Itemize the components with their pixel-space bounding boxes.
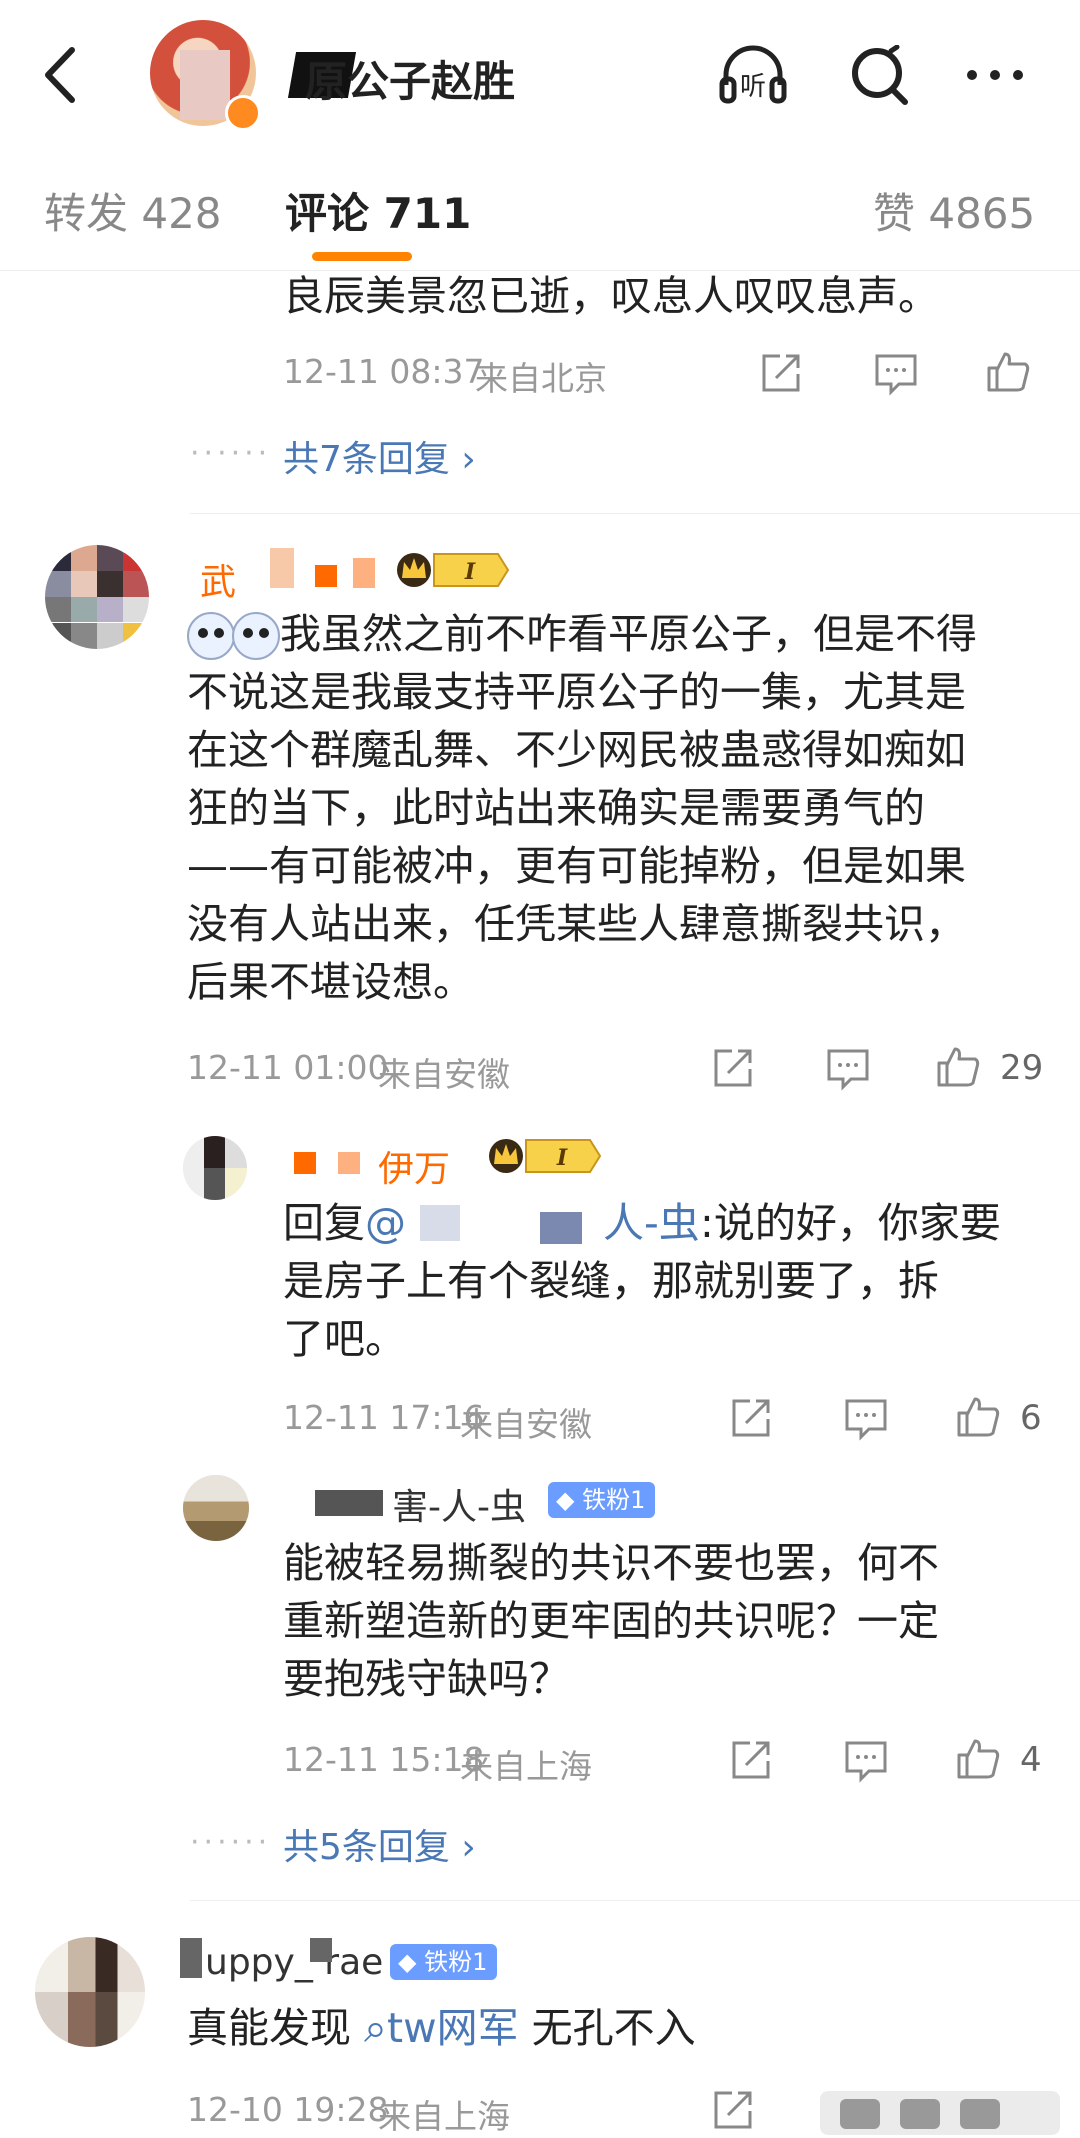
name-redaction — [540, 1212, 582, 1244]
view-replies-link[interactable]: 共5条回复 › — [283, 1818, 476, 1870]
tab-comment[interactable]: 评论 711 — [285, 180, 471, 241]
reply-text-line: 回复@ — [283, 1195, 406, 1251]
comment-location: 来自上海 — [378, 2097, 510, 2136]
more-icon[interactable] — [960, 45, 1030, 105]
like-count: 29 — [1000, 1048, 1044, 1088]
top-bar: 原公子赵胜 听 — [0, 0, 1080, 141]
page-title[interactable]: 原公子赵胜 — [305, 48, 515, 109]
reply-text-line: 能被轻易撕裂的共识不要也罢，何不 — [283, 1539, 939, 1587]
comment-time: 12-11 01:00 — [187, 1048, 389, 1087]
share-icon[interactable] — [710, 2087, 756, 2133]
comment-username[interactable]: uppy_ rae — [205, 1942, 383, 1983]
comment-text-line: 真能发现 ⌕tw网军 无孔不入 — [187, 2004, 696, 2052]
share-icon[interactable] — [710, 1045, 756, 1091]
tab-bar: 转发 428 评论 711 赞 4865 — [0, 140, 1080, 271]
listen-label: 听 — [740, 72, 766, 102]
divider — [190, 513, 1080, 514]
comment-time: 12-10 19:28 — [187, 2090, 389, 2129]
verified-badge-icon — [225, 95, 261, 131]
comment-text-line: 没有人站出来，任凭某些人肆意撕裂共识， — [187, 900, 966, 948]
vip-crown-badge: I — [489, 1139, 602, 1173]
reply-text-line: 重新塑造新的更牢固的共识呢？一定 — [283, 1597, 939, 1645]
name-redaction — [294, 1152, 316, 1174]
divider — [190, 1900, 1080, 1901]
name-redaction — [310, 1938, 332, 1962]
comment-username[interactable]: 武 — [200, 553, 236, 605]
comment-icon[interactable] — [843, 1395, 889, 1441]
svg-text:I: I — [556, 1145, 568, 1171]
comment-text-line: 在这个群魔乱舞、不少网民被蛊惑得如痴如 — [187, 726, 966, 774]
comment-location: 来自安徽 — [378, 1055, 510, 1094]
name-redaction — [315, 1490, 383, 1516]
name-redaction — [270, 548, 294, 588]
watermark-logo — [820, 2091, 1060, 2135]
name-redaction — [338, 1152, 360, 1174]
tab-active-indicator — [312, 252, 412, 261]
like-icon[interactable] — [985, 348, 1031, 394]
emoji-icon — [232, 612, 280, 660]
comment-text-line: 不说这是我最支持平原公子的一集，尤其是 — [187, 668, 966, 716]
like-icon[interactable] — [955, 1735, 1001, 1781]
svg-text:I: I — [464, 559, 476, 585]
name-redaction — [315, 565, 337, 587]
fan-badge: ◆ 铁粉1 — [548, 1482, 656, 1518]
reply-avatar[interactable] — [183, 1475, 249, 1541]
comment-text-line: ——有可能被冲，更有可能掉粉，但是如果 — [187, 842, 966, 890]
reply-location: 来自上海 — [460, 1747, 592, 1786]
comment-icon[interactable] — [843, 1737, 889, 1783]
name-redaction — [353, 558, 375, 588]
reply-location: 来自安徽 — [460, 1405, 592, 1444]
like-count: 6 — [1020, 1398, 1042, 1438]
listen-icon[interactable]: 听 — [718, 45, 788, 105]
reply-username[interactable]: 害-人-虫 — [392, 1478, 526, 1530]
like-icon[interactable] — [935, 1043, 981, 1089]
reply-prefix: 回复 — [283, 1199, 365, 1247]
comment-text-line: 狂的当下，此时站出来确实是需要勇气的 — [187, 784, 925, 832]
comment-text-line: 良辰美景忽已逝，叹息人叹叹息声。 — [283, 272, 939, 320]
mention-link-tail[interactable]: 人-虫 — [603, 1195, 700, 1251]
share-icon[interactable] — [758, 350, 804, 396]
topic-link[interactable]: tw网军 — [387, 2004, 519, 2052]
comment-location: 来自北京 — [475, 359, 607, 398]
name-redaction — [180, 1938, 202, 1978]
reply-avatar[interactable] — [183, 1136, 247, 1200]
replies-dots: ······ — [190, 1825, 272, 1860]
reply-text-line: 要抱残守缺吗？ — [283, 1655, 570, 1703]
search-icon[interactable] — [845, 45, 915, 105]
replies-dots: ······ — [190, 436, 272, 471]
emoji-icon — [187, 612, 235, 660]
like-count: 4 — [1020, 1740, 1042, 1780]
user-avatar[interactable] — [45, 545, 149, 649]
tab-like[interactable]: 赞 4865 — [873, 180, 1035, 241]
comment-icon[interactable] — [825, 1045, 871, 1091]
reply-text-line: :说的好，你家要 — [700, 1199, 1001, 1247]
reply-time: 12-11 15:18 — [283, 1740, 485, 1779]
view-replies-link[interactable]: 共7条回复 › — [283, 430, 476, 482]
comment-icon[interactable] — [873, 350, 919, 396]
share-icon[interactable] — [728, 1395, 774, 1441]
like-icon[interactable] — [955, 1393, 1001, 1439]
reply-text-line: 了吧。 — [283, 1315, 406, 1363]
share-icon[interactable] — [728, 1737, 774, 1783]
fan-badge: ◆ 铁粉1 — [390, 1944, 498, 1980]
reply-text-line: 是房子上有个裂缝，那就别要了，拆 — [283, 1257, 939, 1305]
user-avatar[interactable] — [35, 1937, 145, 2047]
back-arrow-icon[interactable] — [38, 40, 88, 110]
tab-repost[interactable]: 转发 428 — [44, 180, 222, 241]
reply-time: 12-11 17:16 — [283, 1398, 485, 1437]
comment-text-line: 我虽然之前不咋看平原公子，但是不得 — [280, 610, 977, 658]
search-link-icon[interactable]: ⌕ — [364, 2004, 387, 2052]
mention-link[interactable]: @ — [365, 1199, 406, 1247]
reply-username[interactable]: 伊万 — [378, 1140, 450, 1192]
vip-crown-badge: I — [397, 553, 510, 587]
comment-text-line: 后果不堪设想。 — [187, 958, 474, 1006]
comment-time: 12-11 08:37 — [283, 352, 485, 391]
name-redaction — [420, 1205, 460, 1241]
